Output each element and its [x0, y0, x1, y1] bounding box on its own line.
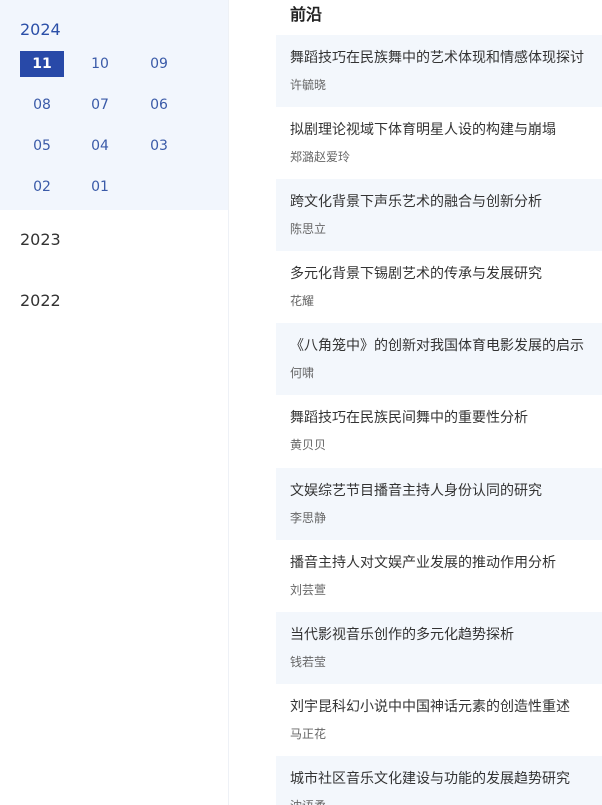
month-05[interactable]: 05: [20, 133, 64, 159]
article-item[interactable]: 刘宇昆科幻小说中中国神话元素的创造性重述 马正花: [276, 684, 602, 756]
sidebar: 2024 11 10 09 08 07 06 05 04 03 02 01 20…: [0, 0, 229, 805]
month-06[interactable]: 06: [137, 92, 181, 118]
article-author: 陈思立: [290, 222, 327, 236]
article-title[interactable]: 多元化背景下锡剧艺术的传承与发展研究: [290, 264, 542, 284]
article-author: 黄贝贝: [290, 438, 327, 452]
article-item[interactable]: 播音主持人对文娱产业发展的推动作用分析 刘芸萱: [276, 540, 602, 612]
article-title[interactable]: 播音主持人对文娱产业发展的推动作用分析: [290, 553, 556, 573]
article-author: 李思静: [290, 511, 327, 525]
year-2024[interactable]: 2024: [20, 20, 61, 40]
article-title[interactable]: 城市社区音乐文化建设与功能的发展趋势研究: [290, 769, 570, 789]
article-item[interactable]: 《八角笼中》的创新对我国体育电影发展的启示 何啸: [276, 323, 602, 395]
month-04[interactable]: 04: [78, 133, 122, 159]
article-item[interactable]: 跨文化背景下声乐艺术的融合与创新分析 陈思立: [276, 179, 602, 251]
year-2024-panel: 2024 11 10 09 08 07 06 05 04 03 02 01: [0, 0, 228, 210]
article-author: 何啸: [290, 366, 315, 380]
month-03[interactable]: 03: [137, 133, 181, 159]
year-2022[interactable]: 2022: [20, 291, 61, 311]
article-title[interactable]: 《八角笼中》的创新对我国体育电影发展的启示: [290, 336, 584, 356]
article-item[interactable]: 拟剧理论视域下体育明星人设的构建与崩塌 郑潞赵爱玲: [276, 107, 602, 179]
year-2023[interactable]: 2023: [20, 230, 61, 250]
month-09[interactable]: 09: [137, 51, 181, 77]
article-item[interactable]: 多元化背景下锡剧艺术的传承与发展研究 花耀: [276, 251, 602, 323]
article-list-panel: 前沿 舞蹈技巧在民族舞中的艺术体现和情感体现探讨 许毓晓 拟剧理论视域下体育明星…: [276, 0, 602, 805]
article-author: 刘芸萱: [290, 583, 327, 597]
article-title[interactable]: 舞蹈技巧在民族民间舞中的重要性分析: [290, 408, 528, 428]
article-item[interactable]: 当代影视音乐创作的多元化趋势探析 钱若莹: [276, 612, 602, 684]
article-author: 马正花: [290, 727, 327, 741]
month-10[interactable]: 10: [78, 51, 122, 77]
month-07[interactable]: 07: [78, 92, 122, 118]
article-author: 许毓晓: [290, 78, 327, 92]
article-title[interactable]: 跨文化背景下声乐艺术的融合与创新分析: [290, 192, 542, 212]
article-item[interactable]: 文娱综艺节目播音主持人身份认同的研究 李思静: [276, 468, 602, 540]
month-08[interactable]: 08: [20, 92, 64, 118]
article-title[interactable]: 拟剧理论视域下体育明星人设的构建与崩塌: [290, 120, 556, 140]
section-title: 前沿: [290, 5, 323, 24]
article-title[interactable]: 文娱综艺节目播音主持人身份认同的研究: [290, 481, 542, 501]
article-author: 花耀: [290, 294, 315, 308]
article-title[interactable]: 舞蹈技巧在民族舞中的艺术体现和情感体现探讨: [290, 48, 584, 68]
article-title[interactable]: 当代影视音乐创作的多元化趋势探析: [290, 625, 514, 645]
article-author: 郑潞赵爱玲: [290, 150, 351, 164]
month-11[interactable]: 11: [20, 51, 64, 77]
month-01[interactable]: 01: [78, 174, 122, 200]
article-title[interactable]: 刘宇昆科幻小说中中国神话元素的创造性重述: [290, 697, 570, 717]
article-item[interactable]: 舞蹈技巧在民族民间舞中的重要性分析 黄贝贝: [276, 395, 602, 467]
article-item[interactable]: 城市社区音乐文化建设与功能的发展趋势研究 沈语柔: [276, 756, 602, 805]
article-author: 沈语柔: [290, 797, 326, 805]
article-author: 钱若莹: [290, 655, 327, 669]
article-item[interactable]: 舞蹈技巧在民族舞中的艺术体现和情感体现探讨 许毓晓: [276, 35, 602, 107]
month-02[interactable]: 02: [20, 174, 64, 200]
